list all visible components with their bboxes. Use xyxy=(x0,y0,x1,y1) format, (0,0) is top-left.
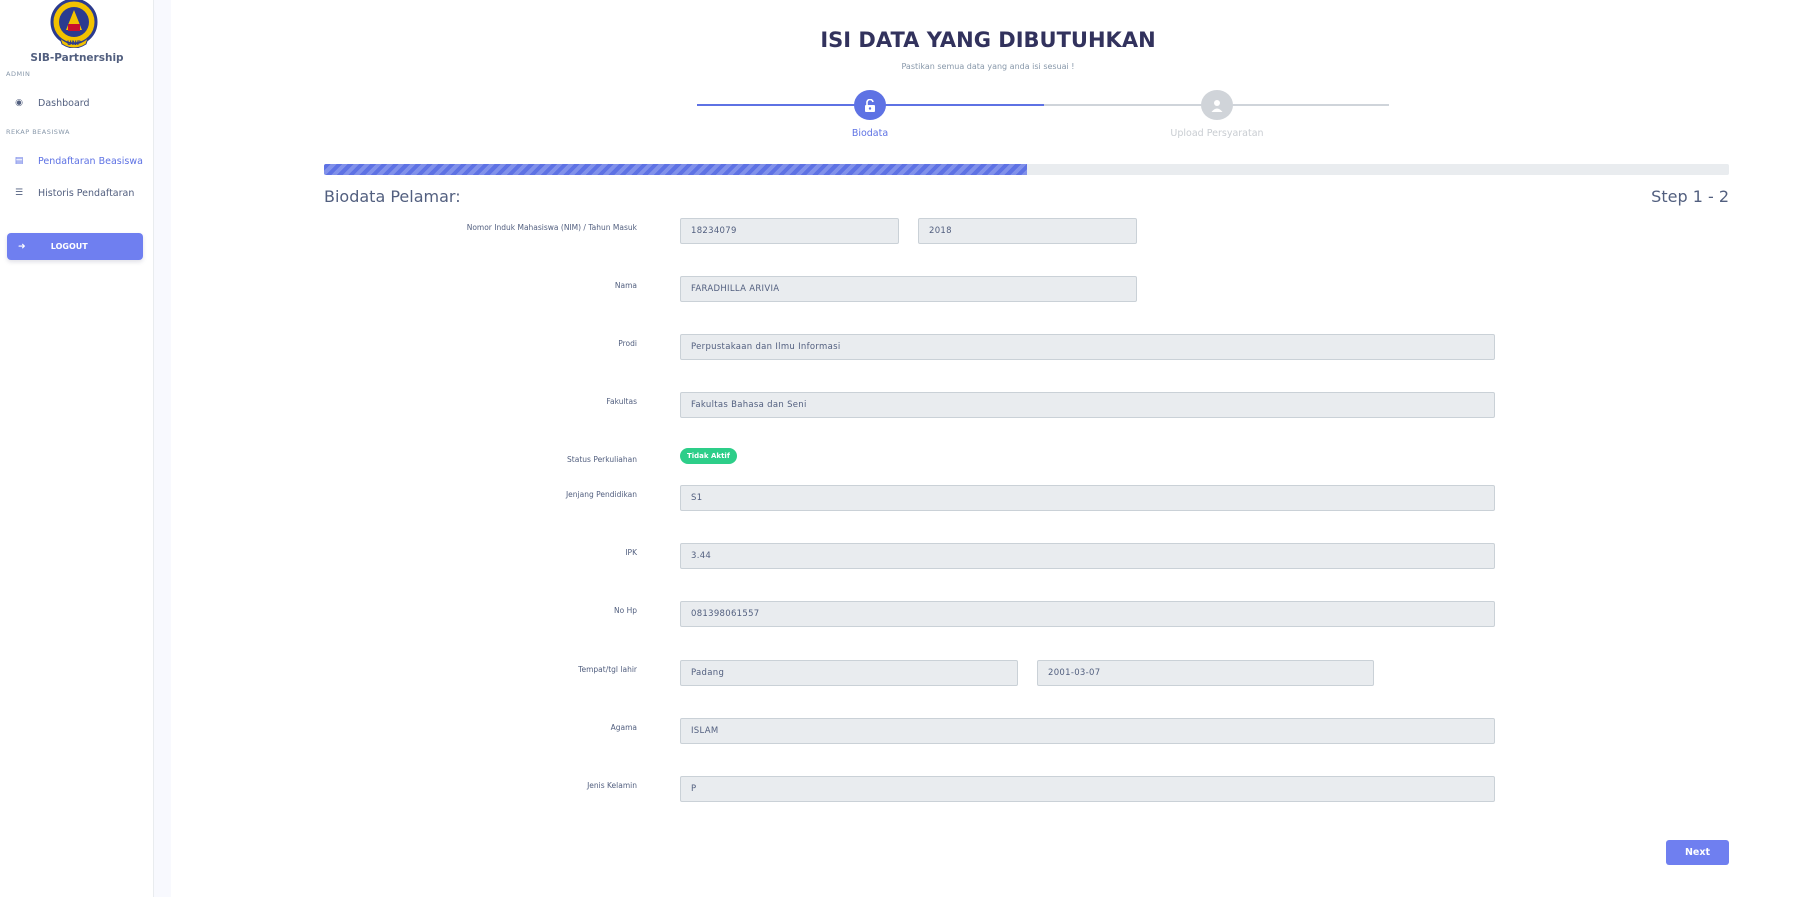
nohp-label: No Hp xyxy=(614,606,637,615)
nim-label: Nomor Induk Mahasiswa (NIM) / Tahun Masu… xyxy=(466,223,637,232)
ttl-label: Tempat/tgl lahir xyxy=(578,665,637,674)
prodi-input[interactable]: Perpustakaan dan Ilmu Informasi xyxy=(680,334,1495,360)
status-badge: Tidak Aktif xyxy=(680,448,737,464)
sidebar-item-historis-pendaftaran[interactable]: ☰ Historis Pendaftaran xyxy=(0,179,153,207)
palette-icon: ◉ xyxy=(15,98,23,108)
sidebar: UNP SIB-Partnership ADMIN ◉ Dashboard RE… xyxy=(0,0,154,897)
page-title: ISI DATA YANG DIBUTUHKAN xyxy=(820,28,1156,52)
step-biodata-label: Biodata xyxy=(851,128,889,139)
tahun-masuk-input[interactable]: 2018 xyxy=(918,218,1137,244)
step-count: Step 1 - 2 xyxy=(1651,187,1729,206)
jenjang-label: Jenjang Pendidikan xyxy=(565,490,637,499)
svg-text:UNP: UNP xyxy=(67,40,82,47)
nohp-input[interactable]: 081398061557 xyxy=(680,601,1495,627)
tanggal-lahir-input[interactable]: 2001-03-07 xyxy=(1037,660,1374,686)
brand-name: SIB-Partnership xyxy=(30,52,124,64)
step-upload-circle[interactable] xyxy=(1201,90,1233,120)
nav-heading-rekap: REKAP BEASISWA xyxy=(6,128,70,136)
main-content: ISI DATA YANG DIBUTUHKAN Pastikan semua … xyxy=(171,0,1805,897)
step-biodata-circle[interactable] xyxy=(854,90,886,120)
tempat-lahir-input[interactable]: Padang xyxy=(680,660,1018,686)
user-icon xyxy=(1211,99,1223,112)
sidebar-item-label: Historis Pendaftaran xyxy=(38,187,135,199)
page-subtitle: Pastikan semua data yang anda isi sesuai… xyxy=(901,62,1075,71)
sidebar-item-label: Pendaftaran Beasiswa xyxy=(38,155,143,167)
scroll-icon: ▤ xyxy=(14,156,24,166)
agama-input[interactable]: ISLAM xyxy=(680,718,1495,744)
step-upload-label: Upload Persyaratan xyxy=(1170,128,1264,139)
nama-input[interactable]: FARADHILLA ARIVIA xyxy=(680,276,1137,302)
sidebar-item-pendaftaran-beasiswa[interactable]: ▤ Pendaftaran Beasiswa xyxy=(0,147,153,175)
section-title: Biodata Pelamar: xyxy=(324,187,461,206)
status-label: Status Perkuliahan xyxy=(567,455,637,464)
sign-out-icon: ➜ xyxy=(18,241,26,252)
nama-label: Nama xyxy=(614,281,637,290)
unlock-icon xyxy=(865,98,875,112)
next-button[interactable]: Next xyxy=(1666,840,1729,865)
logout-label: LOGOUT xyxy=(50,242,88,251)
nim-input[interactable]: 18234079 xyxy=(680,218,899,244)
sidebar-item-label: Dashboard xyxy=(38,97,90,109)
ipk-label: IPK xyxy=(625,548,637,557)
fakultas-label: Fakultas xyxy=(606,397,637,406)
list-icon: ☰ xyxy=(14,188,24,198)
nav-heading-admin: ADMIN xyxy=(6,70,31,78)
jenis-kelamin-label: Jenis Kelamin xyxy=(587,781,637,790)
agama-label: Agama xyxy=(610,723,637,732)
progress-bar xyxy=(324,164,1729,175)
jenjang-input[interactable]: S1 xyxy=(680,485,1495,511)
logout-button[interactable]: ➜ LOGOUT xyxy=(7,233,143,260)
prodi-label: Prodi xyxy=(618,339,637,348)
fakultas-input[interactable]: Fakultas Bahasa dan Seni xyxy=(680,392,1495,418)
ipk-input[interactable]: 3.44 xyxy=(680,543,1495,569)
progress-fill xyxy=(324,164,1027,175)
jenis-kelamin-input[interactable]: P xyxy=(680,776,1495,802)
university-logo: UNP xyxy=(50,0,98,48)
sidebar-item-dashboard[interactable]: ◉ Dashboard xyxy=(0,89,153,117)
